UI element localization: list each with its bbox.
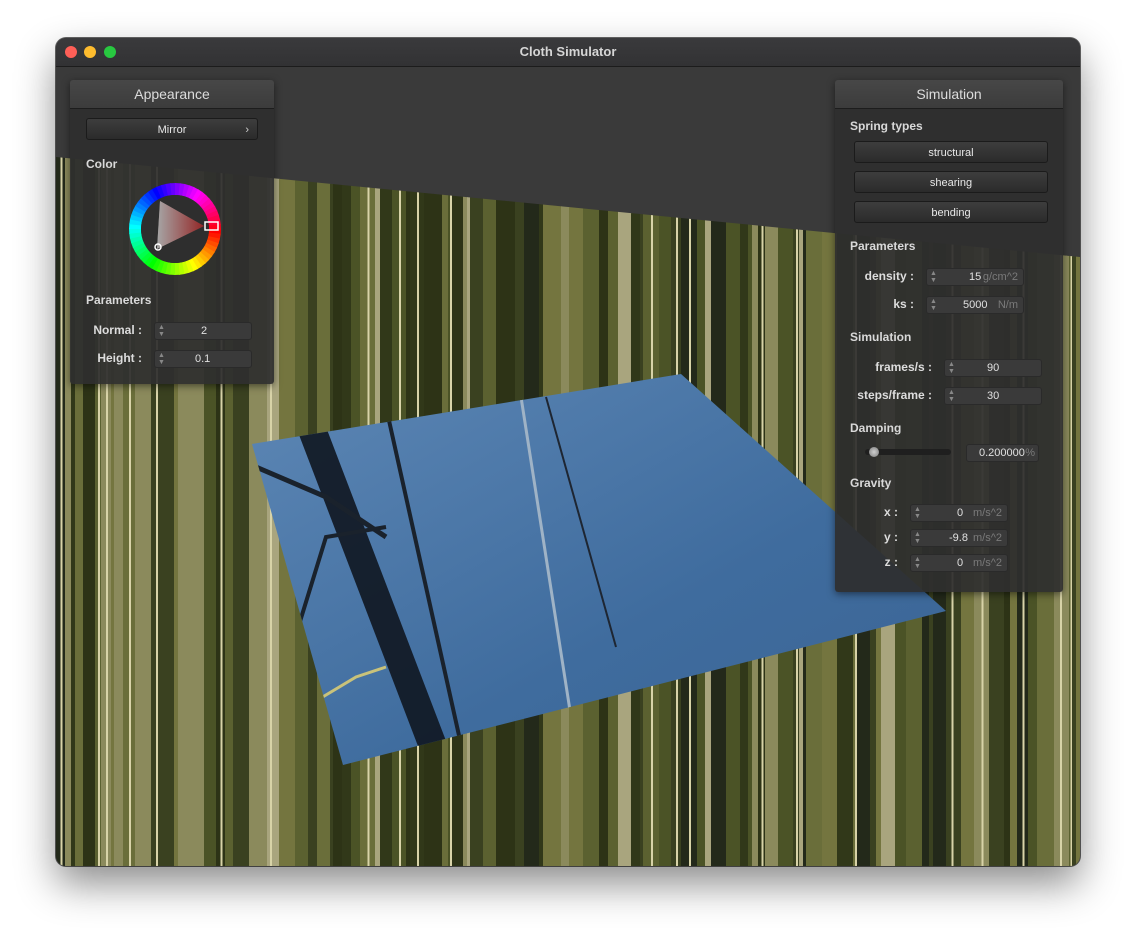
density-input[interactable]: ▲ ▼ 15 g/cm^2 xyxy=(926,268,1024,286)
simulation-label: Simulation xyxy=(850,330,912,344)
appearance-panel: Appearance Mirror › Color Parameters Nor… xyxy=(70,80,274,384)
fps-input[interactable]: ▲ ▼ 90 xyxy=(944,359,1042,377)
window-title: Cloth Simulator xyxy=(519,44,617,59)
spinner-icon[interactable]: ▲ ▼ xyxy=(158,352,165,366)
simulation-panel: Simulation Spring types structural shear… xyxy=(835,80,1063,592)
spinner-icon[interactable]: ▲ ▼ xyxy=(930,270,937,284)
title-bar: Cloth Simulator xyxy=(56,38,1080,67)
steps-input[interactable]: ▲ ▼ 30 xyxy=(944,387,1042,405)
damping-slider-handle[interactable] xyxy=(869,447,880,457)
appearance-parameters-label: Parameters xyxy=(86,293,152,307)
app-window: Cloth Simulator Appearance Mirror › Colo… xyxy=(56,38,1080,866)
spring-shearing-button[interactable]: shearing xyxy=(854,171,1048,193)
color-label: Color xyxy=(86,157,118,171)
spring-bending-button[interactable]: bending xyxy=(854,201,1048,223)
height-input[interactable]: ▲ ▼ 0.1 xyxy=(154,350,252,368)
color-wheel[interactable] xyxy=(127,181,223,277)
spinner-icon[interactable]: ▲ ▼ xyxy=(158,324,165,338)
spring-structural-button[interactable]: structural xyxy=(854,141,1048,163)
gravity-y-input[interactable]: ▲ ▼ -9.8 m/s^2 xyxy=(910,529,1008,547)
ks-label: ks : xyxy=(893,297,914,311)
normal-input[interactable]: ▲ ▼ 2 xyxy=(154,322,252,340)
gravity-x-input[interactable]: ▲ ▼ 0 m/s^2 xyxy=(910,504,1008,522)
appearance-panel-title[interactable]: Appearance xyxy=(70,80,274,109)
normal-label: Normal : xyxy=(93,323,142,337)
steps-label: steps/frame : xyxy=(857,388,932,402)
spinner-icon[interactable]: ▲ ▼ xyxy=(930,298,937,312)
damping-input[interactable]: 0.200000 % xyxy=(966,444,1039,462)
gravity-z-label: z : xyxy=(884,555,898,569)
gravity-z-input[interactable]: ▲ ▼ 0 m/s^2 xyxy=(910,554,1008,572)
simulation-panel-title[interactable]: Simulation xyxy=(835,80,1063,109)
sim-parameters-label: Parameters xyxy=(850,239,916,253)
ks-input[interactable]: ▲ ▼ 5000 N/m xyxy=(926,296,1024,314)
spinner-icon[interactable]: ▲ ▼ xyxy=(948,361,955,375)
gravity-y-label: y : xyxy=(883,530,898,544)
shader-select-value: Mirror xyxy=(157,124,187,136)
scene-viewport[interactable]: Appearance Mirror › Color Parameters Nor… xyxy=(56,67,1080,866)
shader-select[interactable]: Mirror › xyxy=(86,118,258,140)
chevron-right-icon: › xyxy=(245,124,249,136)
damping-label: Damping xyxy=(850,421,902,435)
gravity-label: Gravity xyxy=(850,476,892,490)
spinner-icon[interactable]: ▲ ▼ xyxy=(914,556,921,570)
spinner-icon[interactable]: ▲ ▼ xyxy=(914,531,921,545)
spinner-icon[interactable]: ▲ ▼ xyxy=(914,506,921,520)
fps-label: frames/s : xyxy=(875,360,932,374)
density-label: density : xyxy=(864,269,914,283)
spinner-icon[interactable]: ▲ ▼ xyxy=(948,389,955,403)
spring-types-label: Spring types xyxy=(850,119,923,133)
gravity-x-label: x : xyxy=(883,505,898,519)
height-label: Height : xyxy=(97,351,142,365)
